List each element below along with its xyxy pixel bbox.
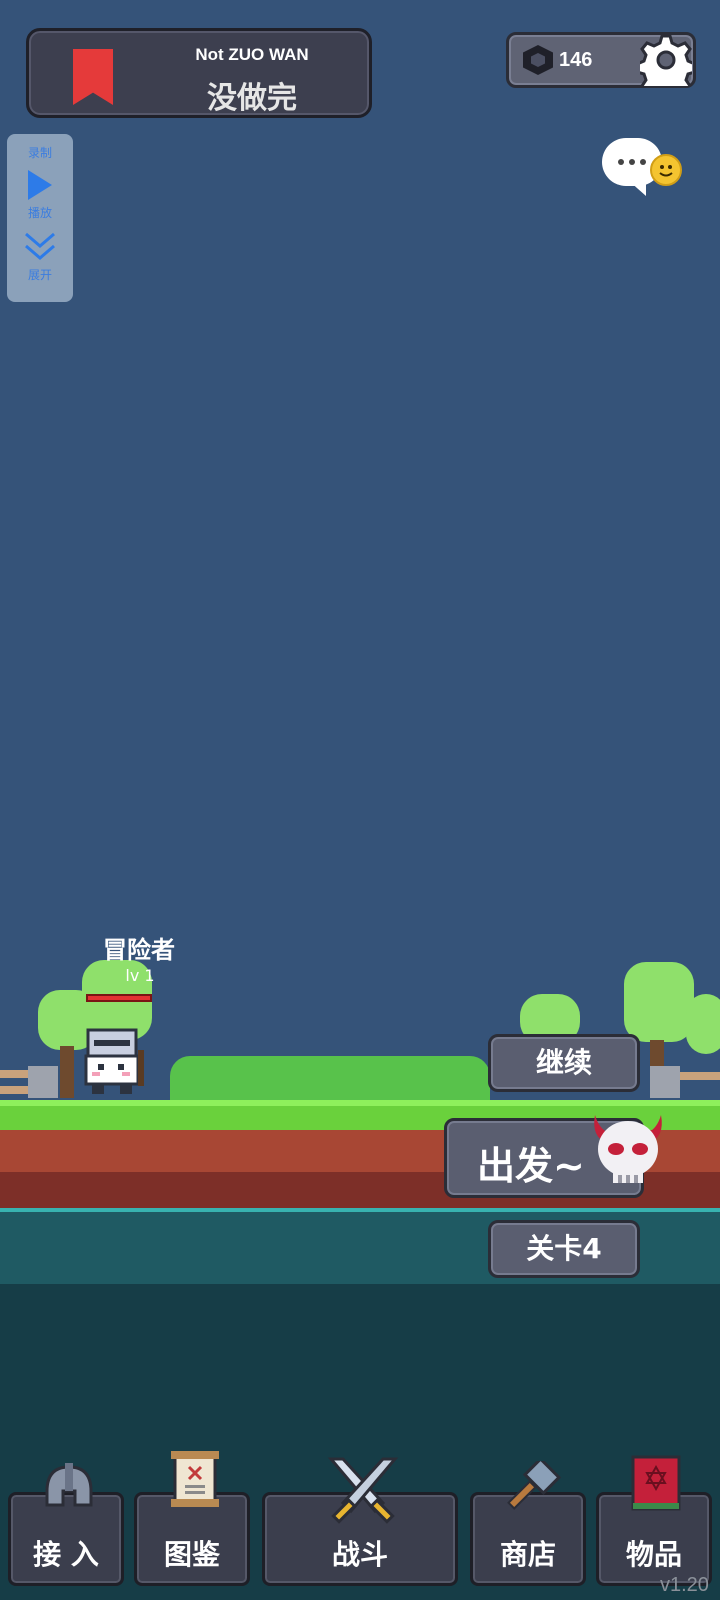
recorder-widget: 录制 播放 展开 — [7, 134, 73, 302]
banner-subtitle: Not ZUO WAN — [195, 45, 309, 64]
currency-count: 146 — [559, 49, 593, 71]
scroll-icon — [171, 1451, 219, 1507]
gravestone — [650, 1066, 680, 1098]
tree — [686, 994, 720, 1054]
nav-label-shop: 商店 — [499, 1538, 556, 1571]
hammer-icon — [507, 1461, 561, 1510]
knight-character[interactable] — [82, 1026, 148, 1096]
nav-item-battle[interactable]: 战斗 — [262, 1457, 458, 1586]
bookmark-icon — [73, 49, 113, 105]
version-label: v1.20 — [660, 1574, 709, 1596]
bushes — [170, 1056, 490, 1100]
demon-skull-icon — [594, 1115, 662, 1183]
level-button[interactable]: 关卡4 — [488, 1220, 640, 1278]
nav-item-shop[interactable]: 商店 — [470, 1461, 586, 1586]
hero-name: 冒险者 — [103, 936, 175, 964]
play-icon[interactable] — [25, 168, 55, 202]
chat-tail — [628, 180, 646, 196]
expand-label[interactable]: 展开 — [7, 266, 73, 283]
banner-title: 没做完 — [207, 81, 297, 116]
record-label[interactable]: 录制 — [7, 144, 73, 161]
nav-label-join: 接 入 — [33, 1538, 99, 1571]
tree — [624, 962, 694, 1042]
tree-trunk — [60, 1046, 74, 1098]
gravestone — [28, 1066, 58, 1098]
nav-item-join[interactable]: 接 入 — [8, 1463, 124, 1586]
nav-item-items[interactable]: 物品 — [596, 1455, 712, 1586]
crossed-swords-icon — [327, 1457, 399, 1524]
continue-button[interactable]: 继续 — [488, 1034, 640, 1092]
nav-label-codex: 图鉴 — [163, 1538, 220, 1571]
hero-health-bar — [86, 994, 152, 1002]
gear-icon[interactable] — [640, 34, 692, 86]
gem-icon — [523, 45, 553, 75]
helmet-icon — [45, 1463, 93, 1507]
nav-label-items: 物品 — [625, 1538, 682, 1571]
nav-item-codex[interactable]: 图鉴 — [134, 1451, 250, 1586]
double-chevron-down-icon[interactable] — [23, 230, 57, 264]
nav-label-battle: 战斗 — [331, 1538, 388, 1571]
play-label[interactable]: 播放 — [7, 204, 73, 221]
depart-label: 出发~ — [477, 1144, 585, 1188]
hero-level: lv 1 — [125, 966, 155, 985]
quest-banner[interactable]: Not ZUO WAN 没做完 — [26, 28, 372, 118]
spellbook-icon — [631, 1455, 681, 1511]
depart-button[interactable]: 出发~ — [444, 1115, 662, 1198]
smiley-icon — [650, 154, 682, 186]
